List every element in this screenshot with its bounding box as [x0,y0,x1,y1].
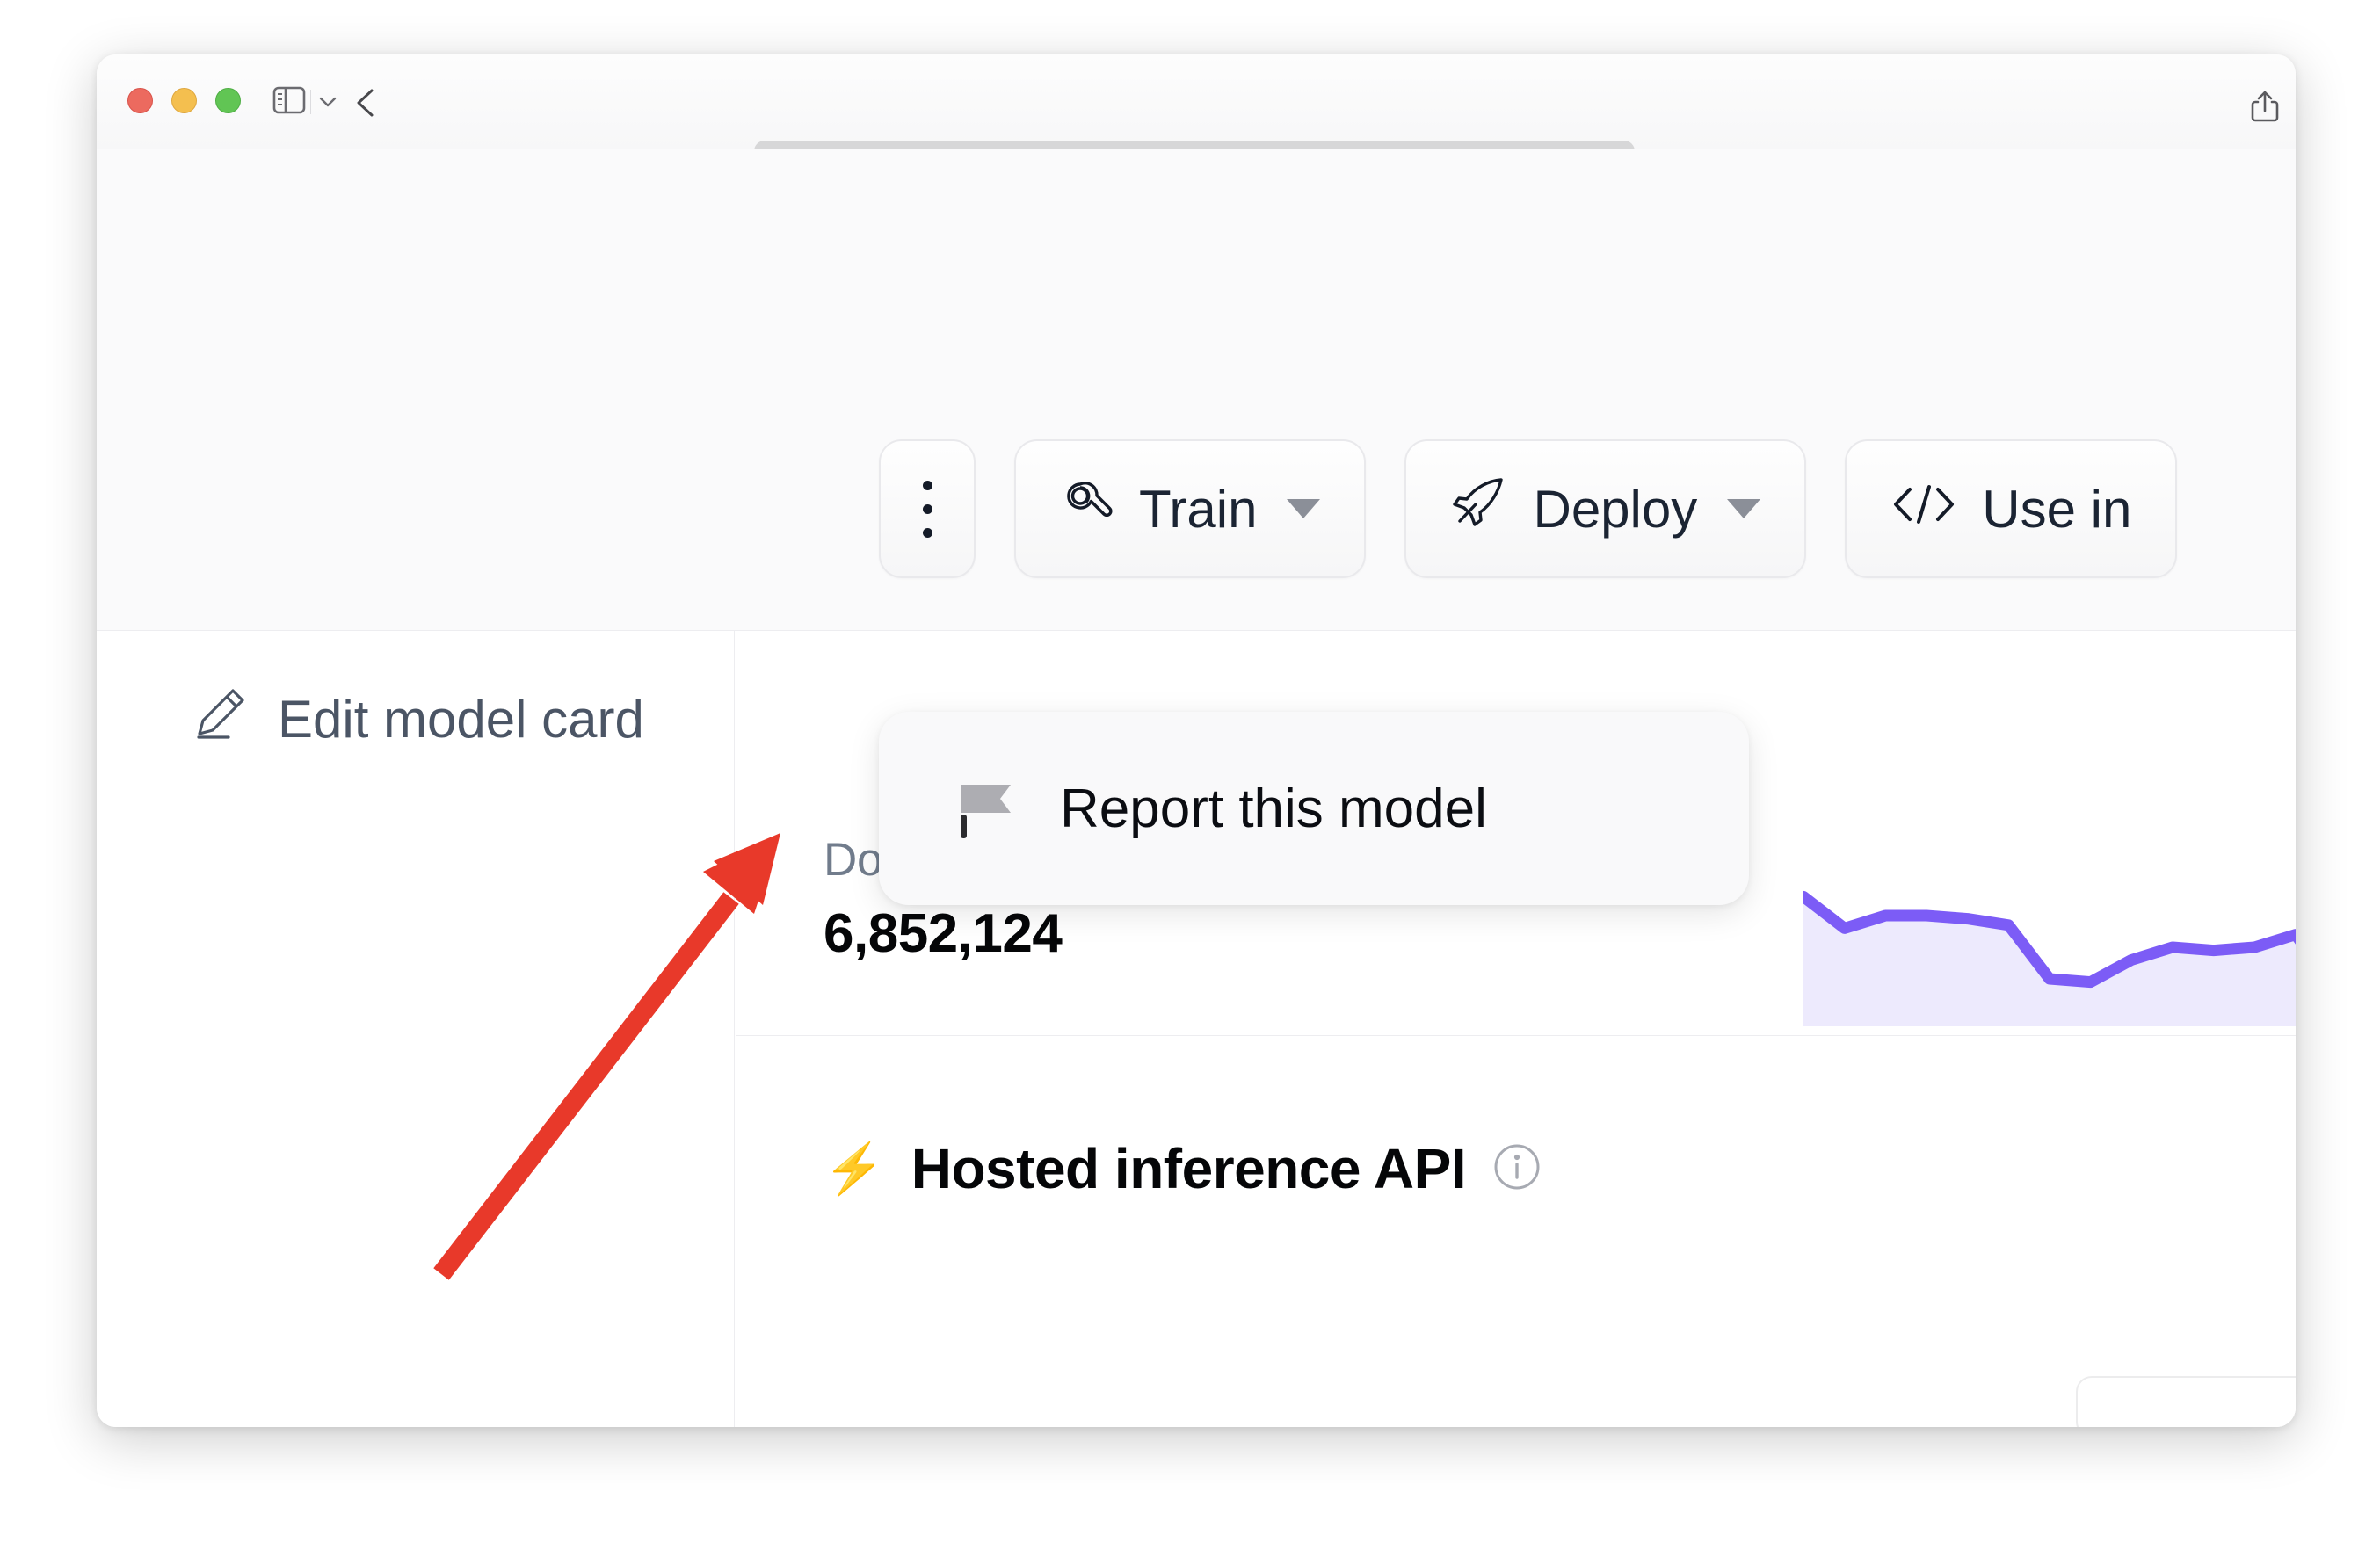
page-content: Train Deploy Use in Edit model card 6,85… [97,149,2296,1427]
wrench-icon [1060,475,1114,542]
chevron-down-icon [1287,499,1321,518]
divider [736,1035,2296,1036]
edit-model-card-label: Edit model card [278,689,644,749]
hosted-inference-api-section: ⚡ Hosted inference API [824,1136,1542,1201]
train-label: Train [1139,479,1258,539]
info-circle-icon[interactable] [1492,1142,1542,1196]
minimize-window-button[interactable] [171,88,197,113]
back-navigation-button[interactable] [353,88,378,118]
use-in-label: Use in [1982,479,2132,539]
browser-titlebar: 🤗 huggingface.co [97,54,2296,190]
close-window-button[interactable] [127,88,153,113]
browser-window: 🤗 huggingface.co [97,54,2296,1427]
maximize-window-button[interactable] [215,88,241,113]
code-brackets-icon [1890,479,1957,540]
pencil-icon [193,685,248,752]
window-controls [127,88,241,113]
chevron-down-icon[interactable] [318,95,337,109]
deploy-label: Deploy [1533,479,1698,539]
sidebar-toggle-icon[interactable] [272,86,306,114]
lightning-bolt-icon: ⚡ [824,1141,885,1196]
deploy-button[interactable]: Deploy [1404,439,1807,578]
toolbar-divider [310,90,311,114]
model-action-toolbar: Train Deploy Use in [879,439,2178,578]
share-icon[interactable] [2250,90,2280,123]
report-model-label: Report this model [1060,778,1487,839]
train-button[interactable]: Train [1014,439,1367,578]
downloads-chart [1797,868,2296,1026]
flag-icon [956,772,1012,845]
more-options-button[interactable] [879,439,976,578]
report-model-menu: Report this model [879,712,1749,905]
edit-model-card-button[interactable]: Edit model card [193,685,644,752]
use-in-button[interactable]: Use in [1845,439,2178,578]
hosted-inference-api-title: Hosted inference API [911,1137,1467,1200]
rocket-icon [1450,475,1508,542]
chevron-down-icon [1727,499,1761,518]
partial-cutoff-button[interactable] [2076,1376,2296,1427]
downloads-value: 6,852,124 [824,903,1063,964]
model-card-sidebar: Edit model card [97,631,735,1427]
